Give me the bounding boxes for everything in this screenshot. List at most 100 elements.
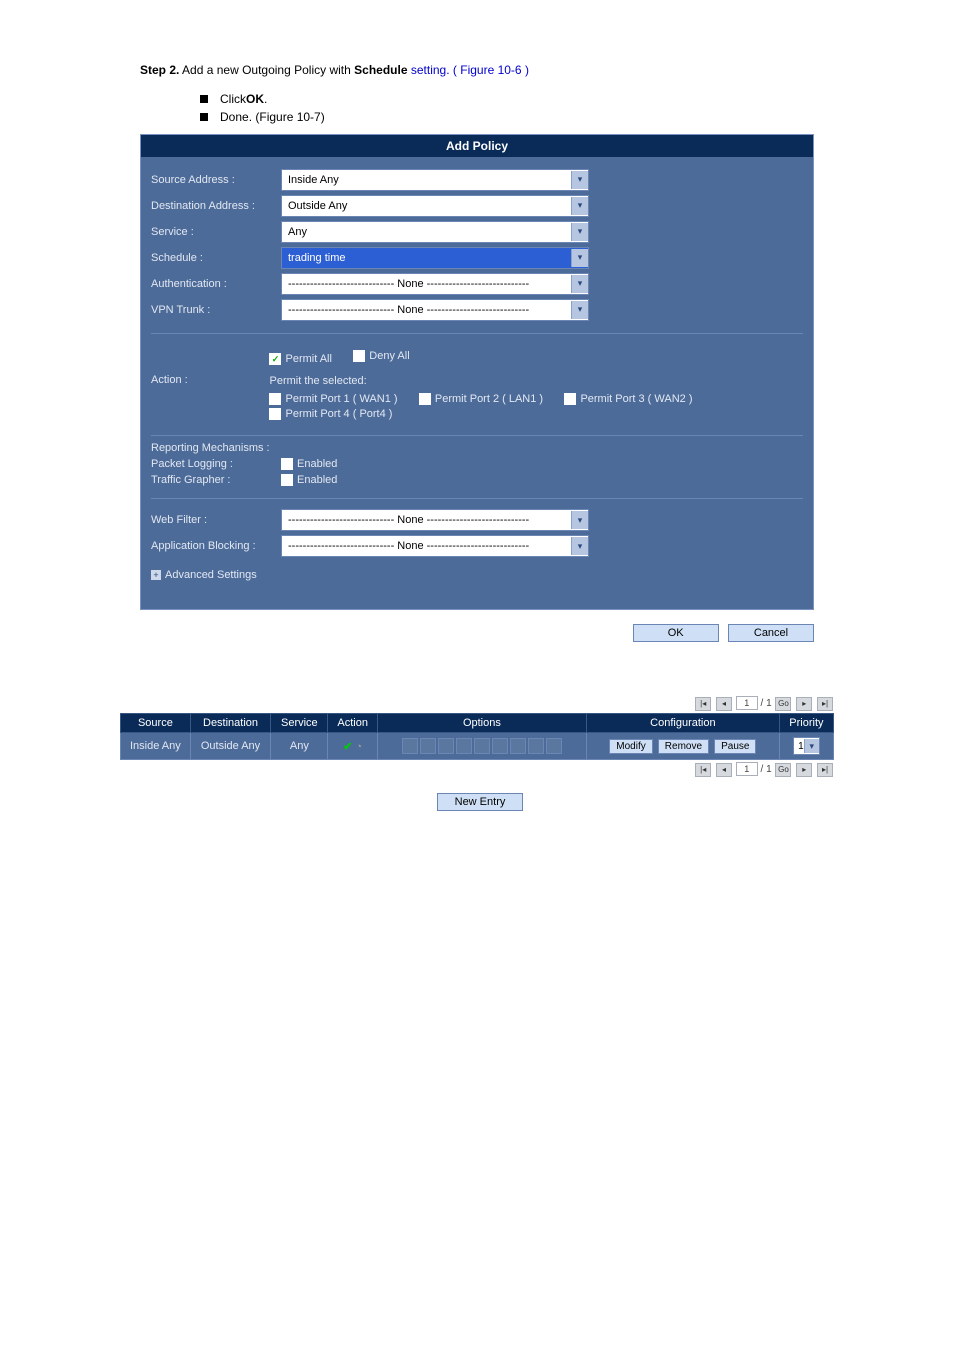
permit-port1-checkbox[interactable] [269, 393, 281, 405]
ok-button[interactable]: OK [633, 624, 719, 642]
option-slot [510, 738, 526, 754]
permit-port2-label: Permit Port 2 ( LAN1 ) [435, 393, 543, 405]
destination-address-select[interactable]: Outside Any▾ [281, 195, 589, 217]
deny-all-label: Deny All [369, 350, 409, 362]
col-options: Options [377, 714, 586, 733]
col-service: Service [271, 714, 328, 733]
advanced-settings-toggle[interactable]: +Advanced Settings [151, 569, 803, 581]
option-slot [474, 738, 490, 754]
web-filter-select[interactable]: ----------------------------- None -----… [281, 509, 589, 531]
outgoing-link: Outgoing Policy [242, 63, 326, 77]
pager-page-input[interactable]: 1 [736, 762, 758, 776]
bullet2-text: Done. ( [220, 110, 259, 124]
schedule-label: Schedule : [151, 252, 281, 264]
permit-icon: ✔ [343, 741, 352, 753]
pager-bottom: |◂ ◂ 1 / 1 Go ▸ ▸| [120, 762, 834, 777]
col-priority: Priority [779, 714, 833, 733]
bullet-icon [200, 95, 208, 103]
pager-last-button[interactable]: ▸| [817, 763, 833, 777]
col-configuration: Configuration [586, 714, 779, 733]
table-row: Inside Any Outside Any Any ✔ ◔ Modify Re… [121, 733, 834, 760]
chevron-down-icon: ▾ [571, 249, 588, 267]
packet-logging-label: Packet Logging : [151, 458, 281, 470]
pager-total: / 1 [761, 764, 772, 775]
web-filter-label: Web Filter : [151, 514, 281, 526]
policy-table: Source Destination Service Action Option… [120, 713, 834, 760]
packet-logging-value: Enabled [297, 458, 337, 470]
pager-page-input[interactable]: 1 [736, 696, 758, 710]
pager-last-button[interactable]: ▸| [817, 697, 833, 711]
option-slot [456, 738, 472, 754]
schedule-select[interactable]: trading time▾ [281, 247, 589, 269]
bullet2-close: ) [321, 110, 325, 124]
action-label: Action : [151, 374, 269, 386]
permit-port2-checkbox[interactable] [419, 393, 431, 405]
vpn-trunk-label: VPN Trunk : [151, 304, 281, 316]
traffic-grapher-label: Traffic Grapher : [151, 474, 281, 486]
close-paren: ) [525, 63, 529, 77]
modify-button[interactable]: Modify [609, 739, 652, 754]
pager-go-button[interactable]: Go [775, 763, 791, 777]
authentication-select[interactable]: ----------------------------- None -----… [281, 273, 589, 295]
step-text: Add a new [182, 63, 242, 77]
pager-prev-button[interactable]: ◂ [716, 763, 732, 777]
option-slot [420, 738, 436, 754]
cell-options [377, 733, 586, 760]
chevron-down-icon: ▾ [804, 739, 819, 753]
pager-prev-button[interactable]: ◂ [716, 697, 732, 711]
pause-button[interactable]: Pause [714, 739, 756, 754]
cancel-button[interactable]: Cancel [728, 624, 814, 642]
option-slot [402, 738, 418, 754]
pager-total: / 1 [761, 698, 772, 709]
option-slot [546, 738, 562, 754]
traffic-grapher-checkbox[interactable] [281, 474, 293, 486]
cell-configuration: Modify Remove Pause [586, 733, 779, 760]
permit-port3-checkbox[interactable] [564, 393, 576, 405]
source-address-select[interactable]: Inside Any▾ [281, 169, 589, 191]
add-policy-panel: Add Policy Source Address : Inside Any▾ … [140, 134, 814, 611]
pager-first-button[interactable]: |◂ [695, 697, 711, 711]
with-text: with [329, 63, 354, 77]
permit-port4-label: Permit Port 4 ( Port4 ) [285, 408, 392, 420]
cell-action: ✔ ◔ [328, 733, 378, 760]
packet-logging-checkbox[interactable] [281, 458, 293, 470]
destination-address-label: Destination Address : [151, 200, 281, 212]
priority-select[interactable]: 1▾ [793, 737, 820, 755]
chevron-down-icon: ▾ [571, 171, 588, 189]
deny-all-checkbox[interactable] [353, 350, 365, 362]
pager-first-button[interactable]: |◂ [695, 763, 711, 777]
permit-port3-label: Permit Port 3 ( WAN2 ) [580, 393, 692, 405]
schedule-bold: Schedule [354, 63, 407, 77]
chevron-down-icon: ▾ [571, 301, 588, 319]
step-label: Step 2. [140, 63, 179, 77]
pager-next-button[interactable]: ▸ [796, 697, 812, 711]
cell-priority: 1▾ [779, 733, 833, 760]
permit-port4-checkbox[interactable] [269, 408, 281, 420]
expand-icon: + [151, 570, 161, 580]
setting-text: setting. ( [411, 63, 457, 77]
bullet1-bold: OK [246, 92, 264, 106]
cell-source: Inside Any [121, 733, 191, 760]
cell-service: Any [271, 733, 328, 760]
service-select[interactable]: Any▾ [281, 221, 589, 243]
source-address-label: Source Address : [151, 174, 281, 186]
authentication-label: Authentication : [151, 278, 281, 290]
chevron-down-icon: ▾ [571, 511, 588, 529]
col-destination: Destination [190, 714, 270, 733]
schedule-icon: ◔ [355, 741, 362, 753]
vpn-trunk-select[interactable]: ----------------------------- None -----… [281, 299, 589, 321]
pager-go-button[interactable]: Go [775, 697, 791, 711]
chevron-down-icon: ▾ [571, 275, 588, 293]
pager-top: |◂ ◂ 1 / 1 Go ▸ ▸| [120, 696, 834, 711]
service-label: Service : [151, 226, 281, 238]
permit-selected-label: Permit the selected: [269, 375, 803, 387]
pager-next-button[interactable]: ▸ [796, 763, 812, 777]
bullet2-ref: Figure 10-7 [259, 110, 320, 124]
option-slot [438, 738, 454, 754]
application-blocking-select[interactable]: ----------------------------- None -----… [281, 535, 589, 557]
panel-title: Add Policy [141, 135, 813, 157]
new-entry-button[interactable]: New Entry [437, 793, 523, 811]
remove-button[interactable]: Remove [658, 739, 709, 754]
permit-all-checkbox[interactable] [269, 353, 281, 365]
application-blocking-label: Application Blocking : [151, 540, 281, 552]
